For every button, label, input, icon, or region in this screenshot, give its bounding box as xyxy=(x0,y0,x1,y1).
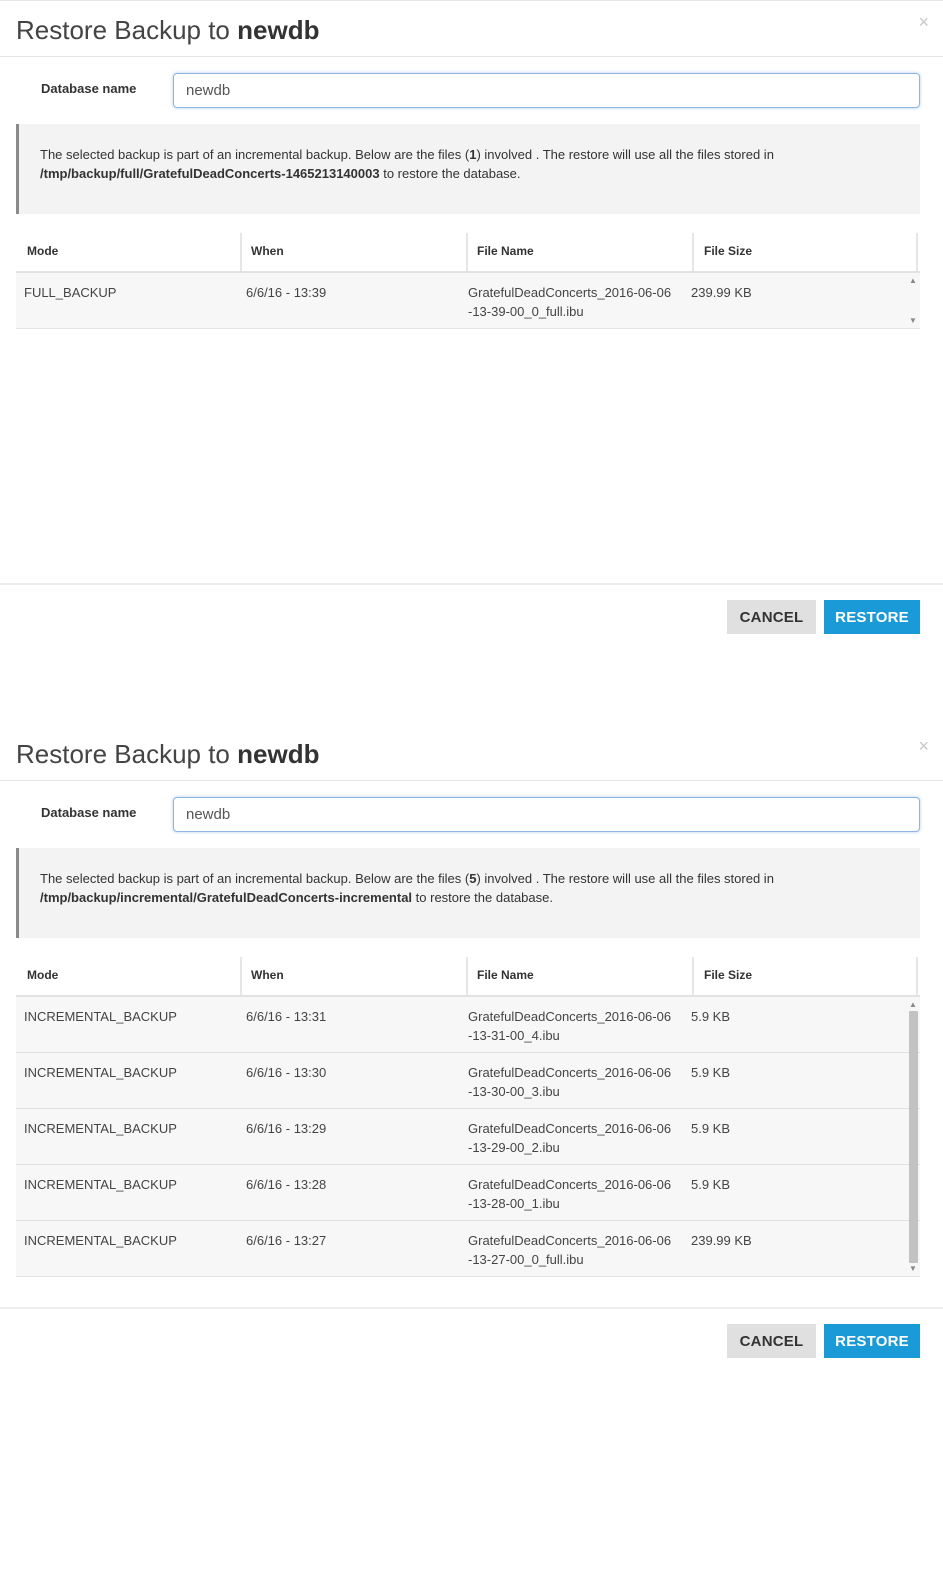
scroll-up-icon[interactable]: ▲ xyxy=(909,277,917,285)
database-name-input[interactable] xyxy=(173,797,920,832)
table-row[interactable]: FULL_BACKUP 6/6/16 - 13:39 GratefulDeadC… xyxy=(16,273,920,329)
cell-when: 6/6/16 - 13:27 xyxy=(246,1233,327,1248)
cell-when: 6/6/16 - 13:29 xyxy=(246,1121,327,1136)
column-header-file-name[interactable]: File Name xyxy=(477,233,534,271)
table-header: Mode When File Name File Size xyxy=(16,957,920,997)
cell-file-name: GratefulDeadConcerts_2016-06-06-13-27-00… xyxy=(468,1233,672,1267)
table-scrollbar[interactable]: ▲ ▼ xyxy=(906,997,920,1277)
title-prefix: Restore Backup to xyxy=(16,739,238,769)
column-header-when[interactable]: When xyxy=(251,233,284,271)
info-backup-path: /tmp/backup/full/GratefulDeadConcerts-14… xyxy=(40,166,380,181)
cell-mode: INCREMENTAL_BACKUP xyxy=(24,1177,177,1192)
cell-mode: INCREMENTAL_BACKUP xyxy=(24,1009,177,1024)
cell-mode: INCREMENTAL_BACKUP xyxy=(24,1121,177,1136)
cell-mode: INCREMENTAL_BACKUP xyxy=(24,1065,177,1080)
cell-file-name: GratefulDeadConcerts_2016-06-06-13-39-00… xyxy=(468,285,672,319)
dialog-footer-divider xyxy=(0,1307,943,1309)
info-text: The selected backup is part of an increm… xyxy=(40,147,470,162)
column-divider xyxy=(916,233,918,271)
info-backup-path: /tmp/backup/incremental/GratefulDeadConc… xyxy=(40,890,413,905)
close-icon[interactable]: × xyxy=(918,737,929,755)
database-name-label: Database name xyxy=(41,805,137,820)
cell-when: 6/6/16 - 13:39 xyxy=(246,285,327,300)
column-header-mode[interactable]: Mode xyxy=(27,957,58,995)
column-divider xyxy=(240,233,242,271)
scroll-down-icon[interactable]: ▼ xyxy=(909,317,917,325)
backup-files-table: Mode When File Name File Size FULL_BACKU… xyxy=(16,233,920,329)
incremental-info-box: The selected backup is part of an increm… xyxy=(16,124,920,214)
column-divider xyxy=(916,957,918,995)
title-db-name: newdb xyxy=(237,15,320,45)
database-name-input[interactable] xyxy=(173,73,920,108)
cell-mode: FULL_BACKUP xyxy=(24,285,117,300)
cell-when: 6/6/16 - 13:28 xyxy=(246,1177,327,1192)
info-text: ) involved . The restore will use all th… xyxy=(476,871,774,886)
backup-files-table: Mode When File Name File Size INCREMENTA… xyxy=(16,957,920,1277)
close-icon[interactable]: × xyxy=(918,13,929,31)
table-body: FULL_BACKUP 6/6/16 - 13:39 GratefulDeadC… xyxy=(16,273,920,329)
database-name-label: Database name xyxy=(41,81,137,96)
cell-file-name: GratefulDeadConcerts_2016-06-06-13-29-00… xyxy=(468,1121,672,1155)
column-header-when[interactable]: When xyxy=(251,957,284,995)
incremental-info-box: The selected backup is part of an increm… xyxy=(16,848,920,938)
scroll-down-icon[interactable]: ▼ xyxy=(909,1265,917,1273)
scrollbar-thumb[interactable] xyxy=(909,1011,918,1263)
dialog-header: Restore Backup to newdb × xyxy=(0,725,943,781)
column-divider xyxy=(692,233,694,271)
info-text: to restore the database. xyxy=(379,166,521,181)
cell-file-size: 5.9 KB xyxy=(691,1065,731,1080)
column-header-file-size[interactable]: File Size xyxy=(704,233,752,271)
dialog-title: Restore Backup to newdb xyxy=(16,15,319,46)
cell-file-size: 239.99 KB xyxy=(691,1233,752,1248)
table-row[interactable]: INCREMENTAL_BACKUP 6/6/16 - 13:28 Gratef… xyxy=(16,1165,920,1221)
column-header-mode[interactable]: Mode xyxy=(27,233,58,271)
restore-dialog-full: Restore Backup to newdb × Database name … xyxy=(0,0,943,721)
table-header: Mode When File Name File Size xyxy=(16,233,920,273)
cell-file-name: GratefulDeadConcerts_2016-06-06-13-28-00… xyxy=(468,1177,672,1211)
column-divider xyxy=(692,957,694,995)
restore-button[interactable]: RESTORE xyxy=(824,1324,920,1358)
cancel-button[interactable]: CANCEL xyxy=(727,1324,816,1358)
info-text: to restore the database. xyxy=(412,890,553,905)
table-scrollbar[interactable]: ▲ ▼ xyxy=(906,273,920,329)
restore-button[interactable]: RESTORE xyxy=(824,600,920,634)
scroll-up-icon[interactable]: ▲ xyxy=(909,1001,917,1009)
table-row[interactable]: INCREMENTAL_BACKUP 6/6/16 - 13:30 Gratef… xyxy=(16,1053,920,1109)
info-text: The selected backup is part of an increm… xyxy=(40,871,470,886)
table-row[interactable]: INCREMENTAL_BACKUP 6/6/16 - 13:27 Gratef… xyxy=(16,1221,920,1277)
cell-file-name: GratefulDeadConcerts_2016-06-06-13-30-00… xyxy=(468,1065,672,1099)
table-body: INCREMENTAL_BACKUP 6/6/16 - 13:31 Gratef… xyxy=(16,997,920,1277)
cell-file-size: 239.99 KB xyxy=(691,285,752,300)
title-prefix: Restore Backup to xyxy=(16,15,238,45)
cell-when: 6/6/16 - 13:30 xyxy=(246,1065,327,1080)
cell-when: 6/6/16 - 13:31 xyxy=(246,1009,327,1024)
table-row[interactable]: INCREMENTAL_BACKUP 6/6/16 - 13:31 Gratef… xyxy=(16,997,920,1053)
column-divider xyxy=(240,957,242,995)
column-header-file-size[interactable]: File Size xyxy=(704,957,752,995)
column-header-file-name[interactable]: File Name xyxy=(477,957,534,995)
restore-dialog-incremental: Restore Backup to newdb × Database name … xyxy=(0,725,943,1445)
cell-file-size: 5.9 KB xyxy=(691,1009,731,1024)
column-divider xyxy=(466,957,468,995)
table-row[interactable]: INCREMENTAL_BACKUP 6/6/16 - 13:29 Gratef… xyxy=(16,1109,920,1165)
info-text: ) involved . The restore will use all th… xyxy=(476,147,774,162)
cell-mode: INCREMENTAL_BACKUP xyxy=(24,1233,177,1248)
dialog-footer-divider xyxy=(0,583,943,585)
column-divider xyxy=(466,233,468,271)
title-db-name: newdb xyxy=(237,739,320,769)
cell-file-size: 5.9 KB xyxy=(691,1121,731,1136)
cancel-button[interactable]: CANCEL xyxy=(727,600,816,634)
dialog-header: Restore Backup to newdb × xyxy=(0,1,943,57)
cell-file-name: GratefulDeadConcerts_2016-06-06-13-31-00… xyxy=(468,1009,672,1043)
cell-file-size: 5.9 KB xyxy=(691,1177,731,1192)
dialog-title: Restore Backup to newdb xyxy=(16,739,319,770)
